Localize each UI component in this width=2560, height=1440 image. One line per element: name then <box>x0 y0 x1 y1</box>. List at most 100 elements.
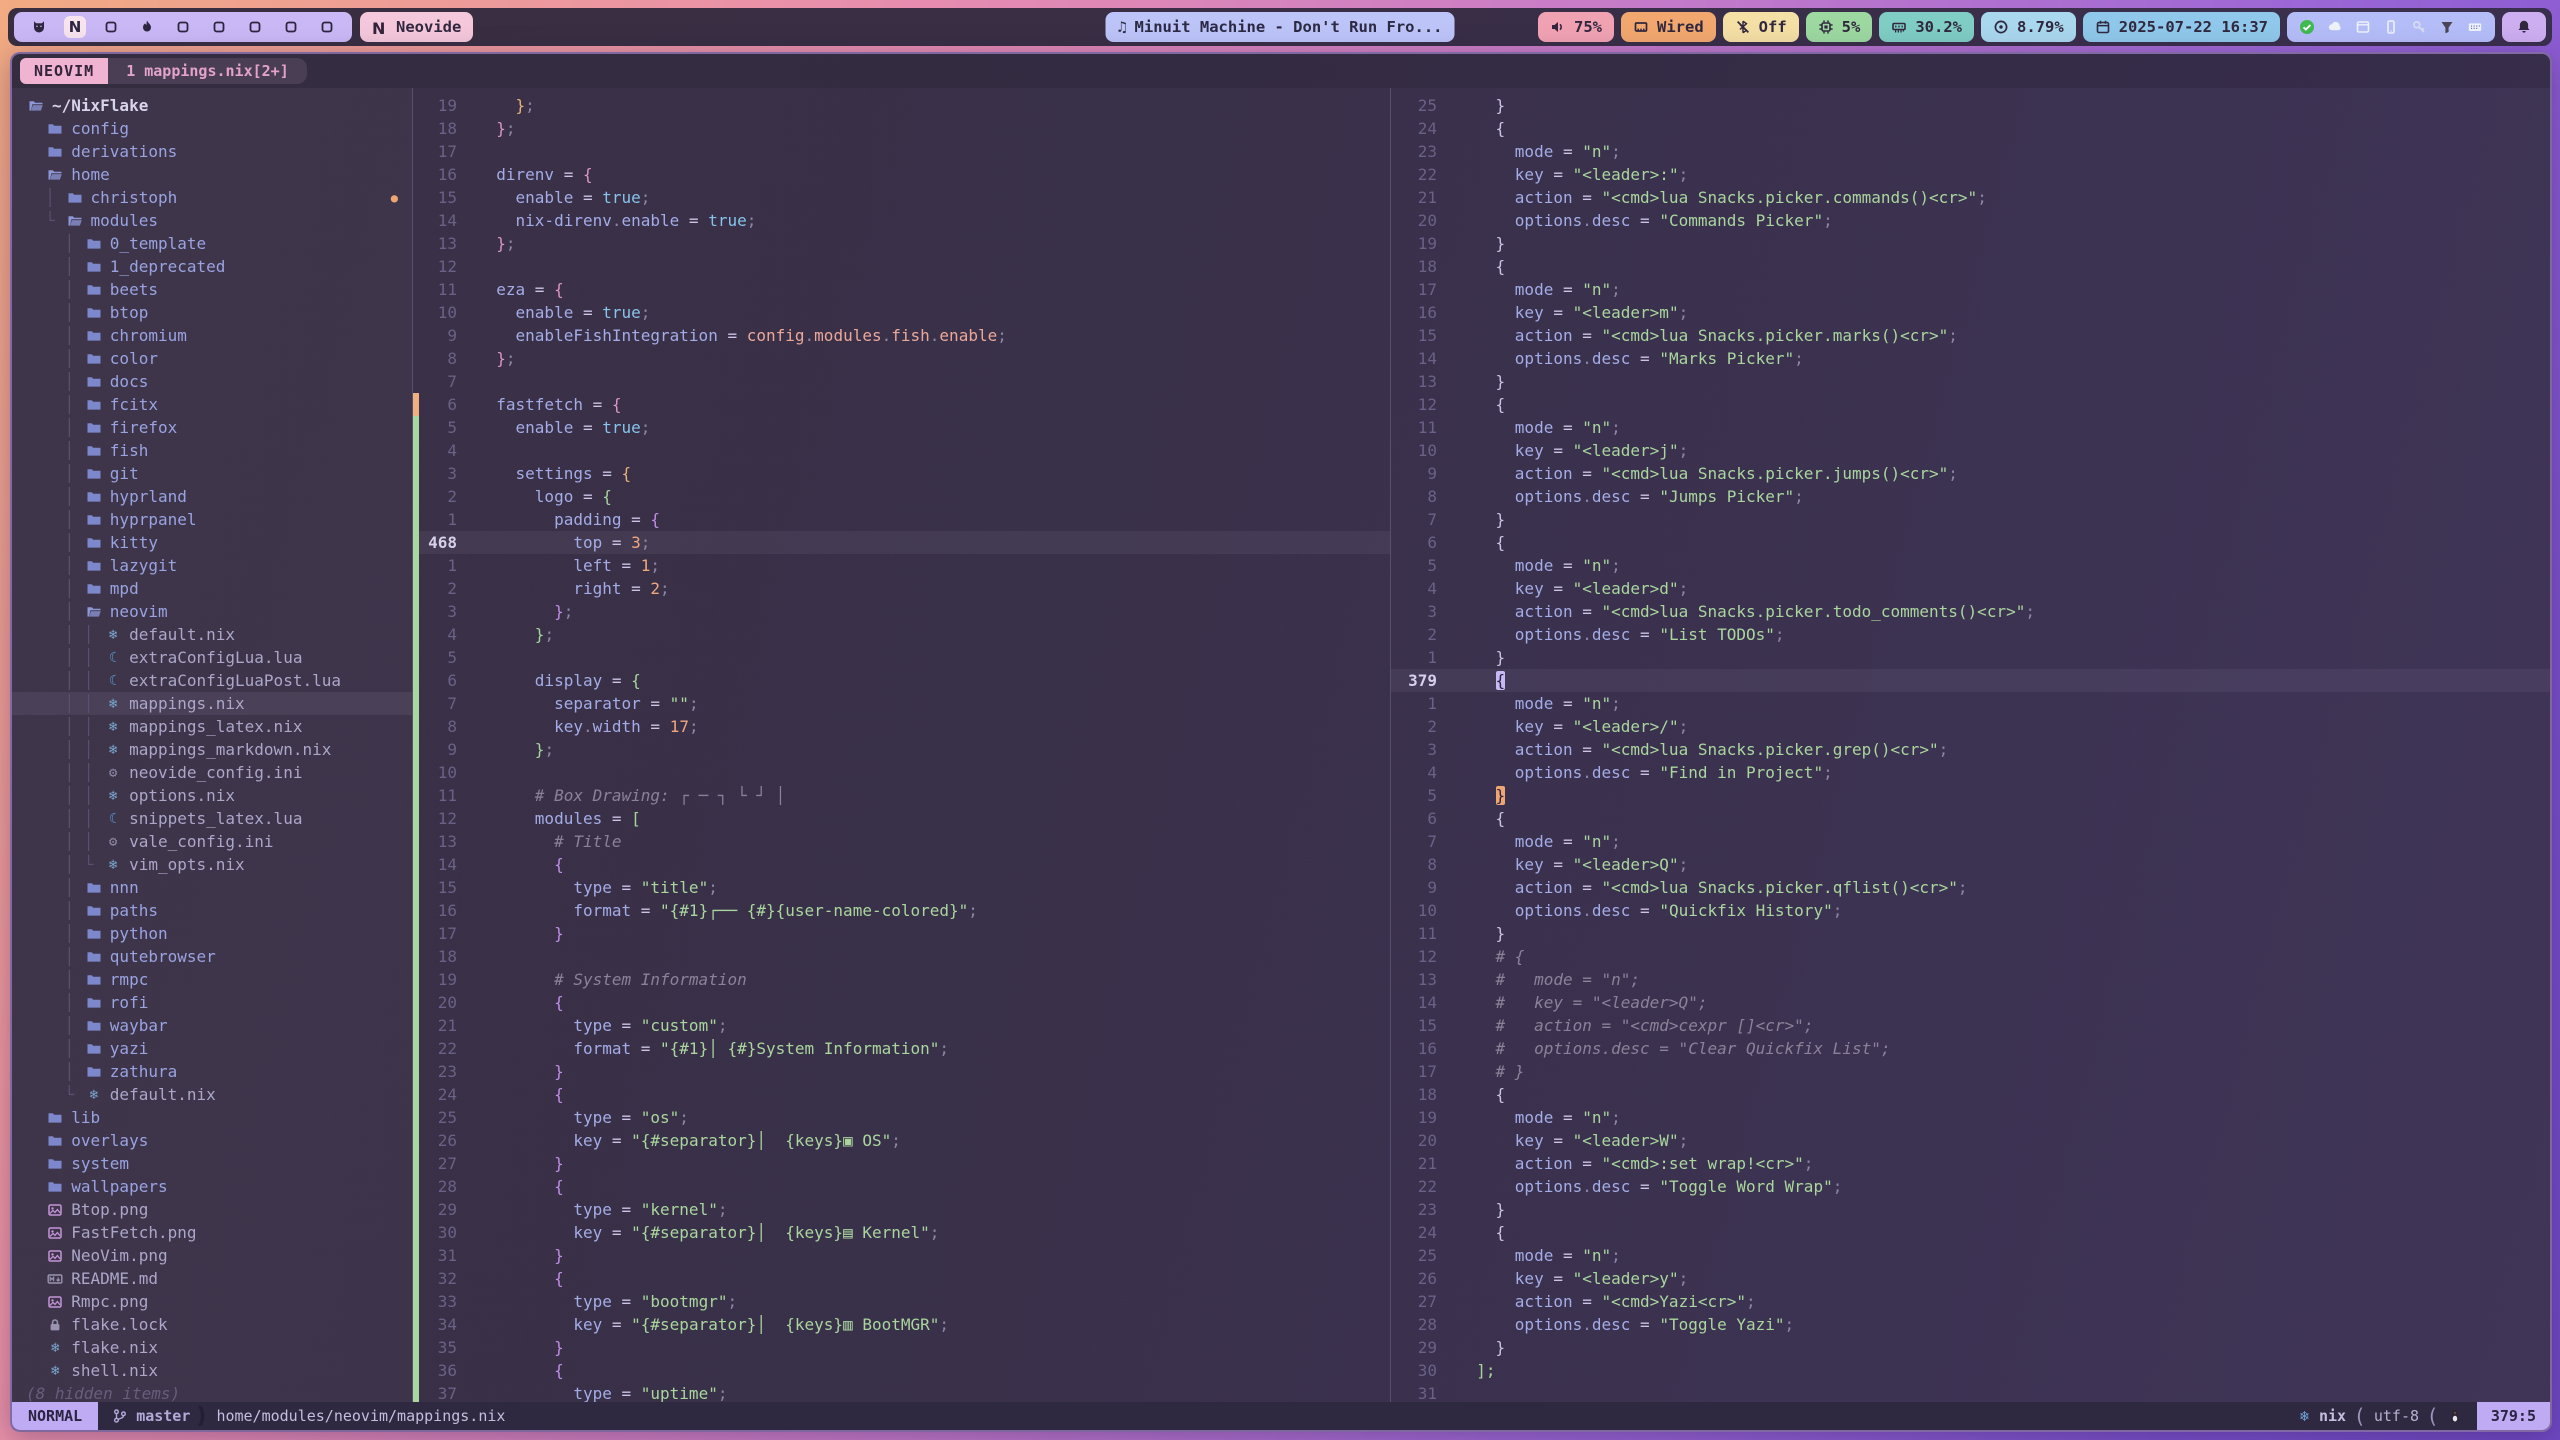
code-line[interactable]: 21 action = "<cmd>:set wrap!<cr>"; <box>1391 1152 2550 1175</box>
code-line[interactable]: 12 <box>413 255 1390 278</box>
tree-item-mpd[interactable]: │ mpd <box>12 577 412 600</box>
code-line[interactable]: 30 key = "{#separator}│ {keys}▤ Kernel"; <box>413 1221 1390 1244</box>
code-line[interactable]: 5 mode = "n"; <box>1391 554 2550 577</box>
workspace-6-square-icon[interactable] <box>208 16 230 38</box>
workspace-5-square-icon[interactable] <box>172 16 194 38</box>
workspace-4-flame-icon[interactable] <box>136 16 158 38</box>
code-line[interactable]: 28 options.desc = "Toggle Yazi"; <box>1391 1313 2550 1336</box>
tree-item-waybar[interactable]: │ waybar <box>12 1014 412 1037</box>
code-line[interactable]: 16 key = "<leader>m"; <box>1391 301 2550 324</box>
code-line[interactable]: 11 mode = "n"; <box>1391 416 2550 439</box>
tree-item-kitty[interactable]: │ kitty <box>12 531 412 554</box>
code-line[interactable]: 27 } <box>413 1152 1390 1175</box>
code-line[interactable]: 1 left = 1; <box>413 554 1390 577</box>
key-icon[interactable] <box>2411 19 2427 35</box>
tree-item-vale_config.ini[interactable]: │ │ ⚙vale_config.ini <box>12 830 412 853</box>
code-line[interactable]: 24 { <box>1391 117 2550 140</box>
tree-item-qutebrowser[interactable]: │ qutebrowser <box>12 945 412 968</box>
code-line[interactable]: 29 } <box>1391 1336 2550 1359</box>
tree-item-system[interactable]: system <box>12 1152 412 1175</box>
code-line[interactable]: 6 { <box>1391 531 2550 554</box>
code-line[interactable]: 1 mode = "n"; <box>1391 692 2550 715</box>
tree-item-python[interactable]: │ python <box>12 922 412 945</box>
tree-item-neovim.png[interactable]: NeoVim.png <box>12 1244 412 1267</box>
tree-item-christoph[interactable]: │ christoph● <box>12 186 412 209</box>
code-line[interactable]: 24 { <box>413 1083 1390 1106</box>
tree-item-nixflake[interactable]: ~/NixFlake <box>12 94 412 117</box>
code-line[interactable]: 5 <box>413 646 1390 669</box>
tree-item-modules[interactable]: └ modules <box>12 209 412 232</box>
ethernet-module[interactable]: Wired <box>1621 12 1716 42</box>
code-line[interactable]: 9 action = "<cmd>lua Snacks.picker.jumps… <box>1391 462 2550 485</box>
speaker-module[interactable]: 75% <box>1538 12 1614 42</box>
code-line[interactable]: 9 enableFishIntegration = config.modules… <box>413 324 1390 347</box>
code-line[interactable]: 6 { <box>1391 807 2550 830</box>
code-line[interactable]: 36 { <box>413 1359 1390 1382</box>
code-line[interactable]: 21 type = "custom"; <box>413 1014 1390 1037</box>
funnel-icon[interactable] <box>2439 19 2455 35</box>
statusline-branch[interactable]: master <box>98 1407 196 1425</box>
tree-item-default.nix[interactable]: │ │ ❄default.nix <box>12 623 412 646</box>
code-line[interactable]: 9 }; <box>413 738 1390 761</box>
code-line[interactable]: 20 options.desc = "Commands Picker"; <box>1391 209 2550 232</box>
tree-item-color[interactable]: │ color <box>12 347 412 370</box>
code-line[interactable]: 14 # key = "<leader>Q"; <box>1391 991 2550 1014</box>
tree-item-beets[interactable]: │ beets <box>12 278 412 301</box>
code-line[interactable]: 37 type = "uptime"; <box>413 1382 1390 1402</box>
code-line[interactable]: 12 { <box>1391 393 2550 416</box>
workspace-2-nvim-icon[interactable]: N <box>64 16 86 38</box>
code-line[interactable]: 12 # { <box>1391 945 2550 968</box>
tree-item-hyprpanel[interactable]: │ hyprpanel <box>12 508 412 531</box>
keyboard-icon[interactable] <box>2467 19 2483 35</box>
tree-item-extraconfigluapost.lua[interactable]: │ │ ☾extraConfigLuaPost.lua <box>12 669 412 692</box>
tab-mappings-nix[interactable]: 1 mappings.nix[2+] <box>108 58 307 84</box>
code-line[interactable]: 18 { <box>1391 255 2550 278</box>
window-icon[interactable] <box>2355 19 2371 35</box>
code-line[interactable]: 25 type = "os"; <box>413 1106 1390 1129</box>
code-line[interactable]: 33 type = "bootmgr"; <box>413 1290 1390 1313</box>
code-line[interactable]: 4 key = "<leader>d"; <box>1391 577 2550 600</box>
code-line[interactable]: 6 display = { <box>413 669 1390 692</box>
code-line[interactable]: 10 options.desc = "Quickfix History"; <box>1391 899 2550 922</box>
code-line[interactable]: 22 options.desc = "Toggle Word Wrap"; <box>1391 1175 2550 1198</box>
code-line[interactable]: 23 mode = "n"; <box>1391 140 2550 163</box>
tree-item-yazi[interactable]: │ yazi <box>12 1037 412 1060</box>
tree-item-mappings.nix[interactable]: │ │ ❄mappings.nix <box>12 692 412 715</box>
code-line[interactable]: 7 <box>413 370 1390 393</box>
code-line[interactable]: 27 action = "<cmd>Yazi<cr>"; <box>1391 1290 2550 1313</box>
music-player-module[interactable]: ♫ Minuit Machine - Don't Run Fro... <box>1106 12 1455 42</box>
code-line[interactable]: 1 padding = { <box>413 508 1390 531</box>
code-line[interactable]: 13 } <box>1391 370 2550 393</box>
tree-item-options.nix[interactable]: │ │ ❄options.nix <box>12 784 412 807</box>
tree-item-mappings_markdown.nix[interactable]: │ │ ❄mappings_markdown.nix <box>12 738 412 761</box>
code-line[interactable]: 35 } <box>413 1336 1390 1359</box>
tree-item-zathura[interactable]: │ zathura <box>12 1060 412 1083</box>
check-circle-icon[interactable] <box>2299 19 2315 35</box>
tree-item-hyprland[interactable]: │ hyprland <box>12 485 412 508</box>
tree-item-vim_opts.nix[interactable]: │ └ ❄vim_opts.nix <box>12 853 412 876</box>
code-line[interactable]: 5 enable = true; <box>413 416 1390 439</box>
calendar-module[interactable]: 2025-07-22 16:37 <box>2083 12 2280 42</box>
tree-item-neovide_config.ini[interactable]: │ │ ⚙neovide_config.ini <box>12 761 412 784</box>
bluetooth-off-module[interactable]: Off <box>1723 12 1799 42</box>
tree-item-mappings_latex.nix[interactable]: │ │ ❄mappings_latex.nix <box>12 715 412 738</box>
code-line[interactable]: 1 } <box>1391 646 2550 669</box>
code-line[interactable]: 17 } <box>413 922 1390 945</box>
tree-item-nnn[interactable]: │ nnn <box>12 876 412 899</box>
code-line[interactable]: 25 } <box>1391 94 2550 117</box>
code-line[interactable]: 2 key = "<leader>/"; <box>1391 715 2550 738</box>
code-line[interactable]: 379 { <box>1391 669 2550 692</box>
tree-item-neovim[interactable]: │ neovim <box>12 600 412 623</box>
code-line[interactable]: 18 <box>413 945 1390 968</box>
code-line[interactable]: 8 }; <box>413 347 1390 370</box>
tree-item-fastfetch.png[interactable]: FastFetch.png <box>12 1221 412 1244</box>
code-line[interactable]: 15 # action = "<cmd>cexpr []<cr>"; <box>1391 1014 2550 1037</box>
tree-item-btop[interactable]: │ btop <box>12 301 412 324</box>
code-line[interactable]: 18 { <box>1391 1083 2550 1106</box>
code-line[interactable]: 2 right = 2; <box>413 577 1390 600</box>
workspace-8-square-icon[interactable] <box>280 16 302 38</box>
code-line[interactable]: 7 mode = "n"; <box>1391 830 2550 853</box>
code-line[interactable]: 15 action = "<cmd>lua Snacks.picker.mark… <box>1391 324 2550 347</box>
code-line[interactable]: 4 }; <box>413 623 1390 646</box>
file-tree[interactable]: ~/NixFlake config derivations home │ chr… <box>12 88 413 1402</box>
